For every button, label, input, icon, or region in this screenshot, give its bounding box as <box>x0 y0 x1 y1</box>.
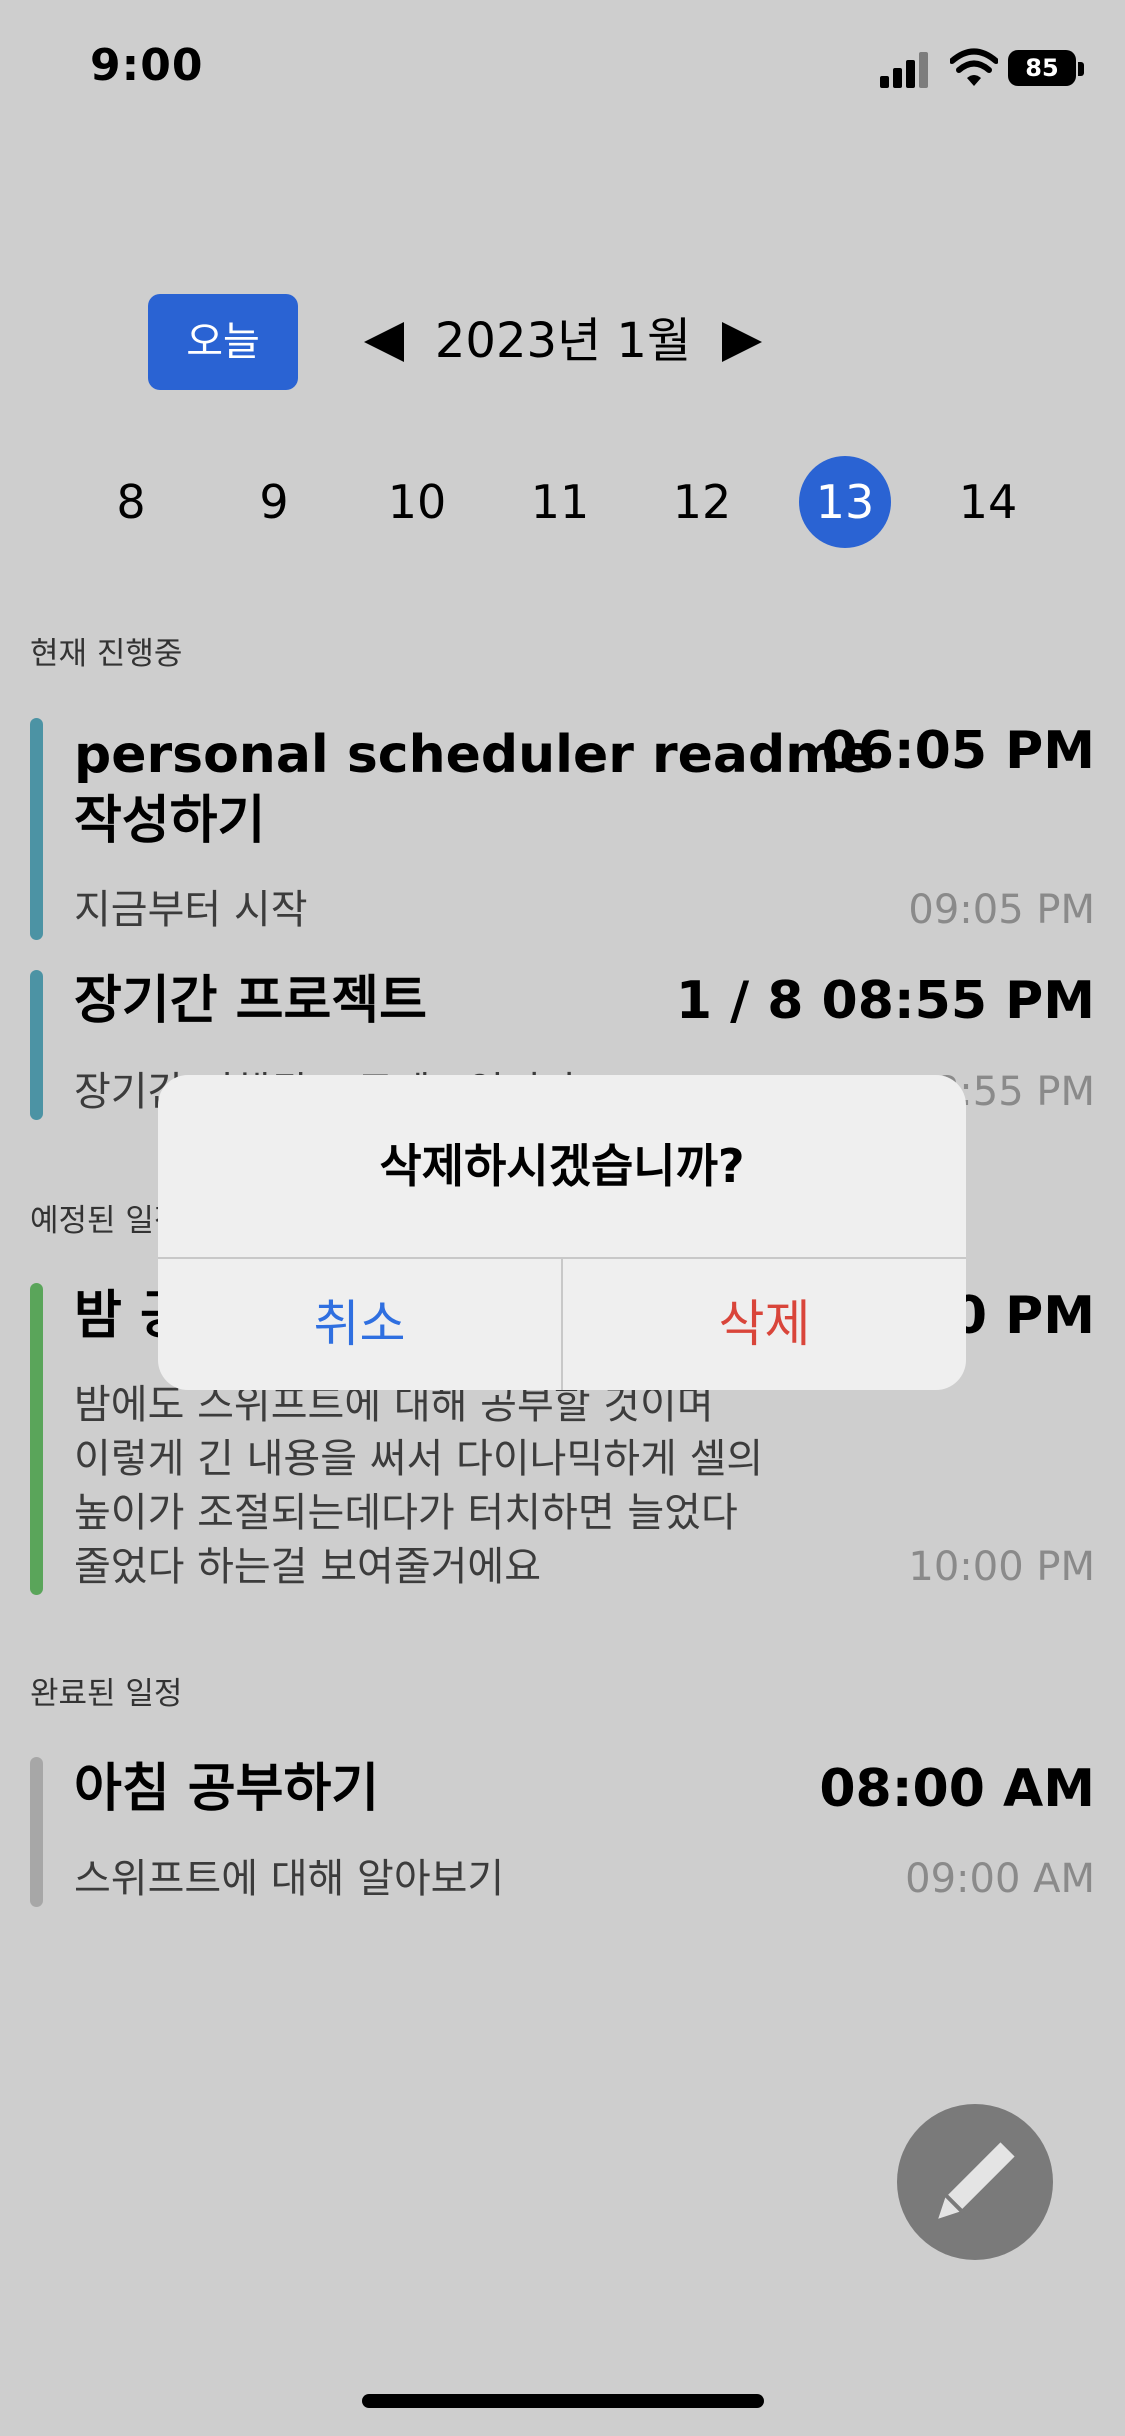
wifi-icon <box>950 48 998 86</box>
card-start-time: 08:00 AM <box>819 1759 1095 1819</box>
card-title[interactable]: 아침 공부하기 <box>74 1756 379 1822</box>
day-14[interactable]: 14 <box>942 456 1034 548</box>
day-13-selected[interactable]: 13 <box>799 456 891 548</box>
month-title: 2023년 1월 <box>434 313 692 369</box>
card-color-bar <box>30 1757 43 1907</box>
delete-button[interactable]: 삭제 <box>563 1258 966 1390</box>
status-time: 9:00 <box>90 40 204 91</box>
section-label-completed: 완료된 일정 <box>30 1676 183 1712</box>
card-end-time: 09:05 PM <box>908 887 1095 933</box>
day-10[interactable]: 10 <box>371 456 463 548</box>
battery-icon: 85 <box>1008 50 1076 86</box>
card-title[interactable]: personal scheduler readme 작성하기 <box>74 722 875 854</box>
card-start-time: 06:05 PM <box>821 721 1095 781</box>
triangle-right-icon[interactable] <box>718 318 766 366</box>
card-end-time: 10:00 PM <box>908 1544 1095 1590</box>
alert-title: 삭제하시겠습니까? <box>379 1139 745 1193</box>
card-end-time: 09:00 AM <box>905 1856 1095 1902</box>
card-description: 스위프트에 대해 알아보기 <box>74 1856 505 1902</box>
card-title[interactable]: 장기간 프로젝트 <box>74 968 427 1034</box>
triangle-left-icon[interactable] <box>360 318 408 366</box>
day-9[interactable]: 9 <box>228 456 320 548</box>
card-description: 밤에도 스위프트에 대해 공부할 것이며 이렇게 긴 내용을 써서 다이나믹하게… <box>74 1382 764 1590</box>
card-description: 지금부터 시작 <box>74 887 308 933</box>
delete-confirm-alert: 삭제하시겠습니까? 취소 삭제 <box>158 1075 966 1390</box>
battery-tip <box>1078 62 1084 76</box>
day-12[interactable]: 12 <box>656 456 748 548</box>
card-color-bar <box>30 970 43 1120</box>
compose-button[interactable] <box>897 2104 1053 2260</box>
day-8[interactable]: 8 <box>85 456 177 548</box>
cancel-button[interactable]: 취소 <box>158 1258 561 1390</box>
today-button[interactable]: 오늘 <box>148 294 298 390</box>
section-label-in-progress: 현재 진행중 <box>30 636 183 672</box>
card-start-time: 1 / 8 08:55 PM <box>675 971 1095 1031</box>
cellular-signal-icon <box>880 50 932 88</box>
home-indicator <box>362 2394 764 2408</box>
card-color-bar <box>30 1283 43 1595</box>
pencil-icon <box>938 2142 1015 2219</box>
card-color-bar <box>30 718 43 940</box>
day-11[interactable]: 11 <box>514 456 606 548</box>
